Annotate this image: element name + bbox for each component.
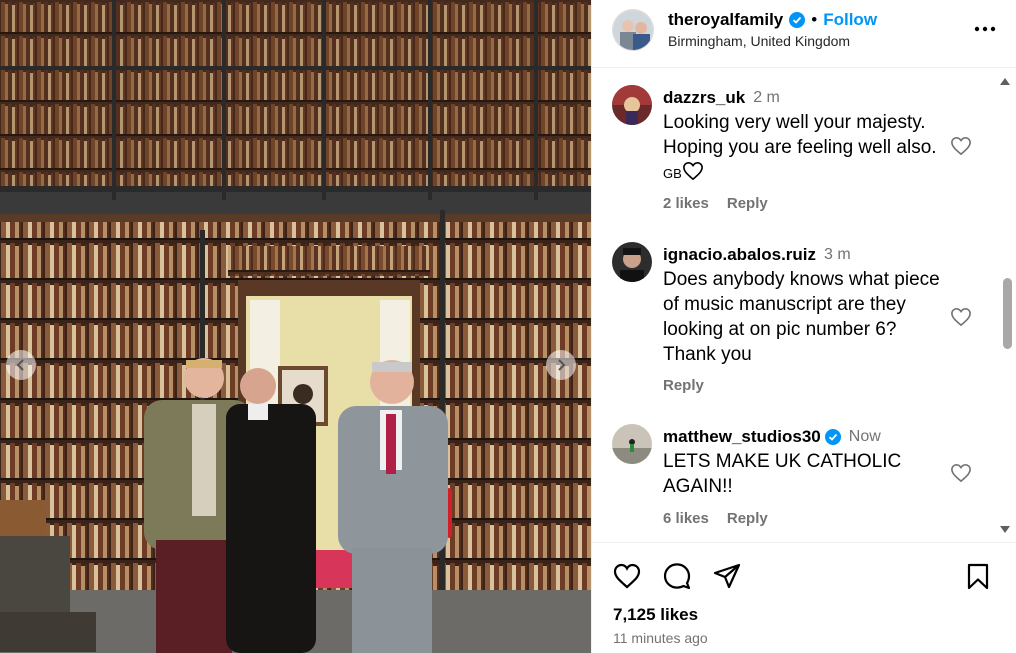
post-photo[interactable]	[0, 0, 591, 653]
comment-author: dazzrs_uk 2 m	[663, 88, 780, 108]
comment-author: ignacio.abalos.ruiz 3 m	[663, 245, 851, 265]
comments-list[interactable]: dazzrs_uk 2 m Looking very well your maj…	[592, 69, 1016, 541]
comment-icon[interactable]	[662, 562, 692, 590]
library-photo	[0, 0, 591, 653]
account-avatar[interactable]	[612, 9, 654, 51]
follow-button[interactable]: Follow	[823, 10, 877, 30]
post-author: theroyalfamily • Follow	[668, 10, 877, 30]
chevron-right-icon	[558, 359, 566, 371]
scrollbar-thumb[interactable]	[1003, 278, 1012, 349]
post-header: theroyalfamily • Follow Birmingham, Unit…	[592, 0, 1016, 68]
comment-username[interactable]: dazzrs_uk	[663, 88, 745, 108]
comment-text: Does anybody knows what piece of music m…	[663, 269, 940, 365]
post-timestamp[interactable]: 11 minutes ago	[613, 630, 708, 646]
comment-time[interactable]: Now	[849, 428, 881, 446]
post-likes-count[interactable]: 7,125 likes	[613, 605, 698, 625]
commenter-avatar[interactable]	[612, 85, 652, 125]
carousel-next-button[interactable]	[546, 350, 576, 380]
flag-emoji: GB	[663, 166, 682, 181]
heart-emoji-icon	[682, 161, 703, 181]
reply-button[interactable]: Reply	[727, 195, 768, 212]
comment-like-icon[interactable]	[950, 307, 972, 327]
comment-time[interactable]: 3 m	[824, 246, 851, 264]
comment-meta: Reply	[663, 377, 704, 394]
post-sidebar: theroyalfamily • Follow Birmingham, Unit…	[591, 0, 1016, 653]
reply-button[interactable]: Reply	[727, 510, 768, 527]
comment-like-icon[interactable]	[950, 136, 972, 156]
commenter-avatar[interactable]	[612, 424, 652, 464]
comment-username[interactable]: matthew_studios30	[663, 427, 821, 447]
bookmark-icon[interactable]	[963, 562, 993, 590]
reply-button[interactable]: Reply	[663, 377, 704, 394]
scroll-down-arrow-icon[interactable]	[1000, 526, 1010, 533]
comment-author: matthew_studios30 Now	[663, 427, 881, 447]
comment-time[interactable]: 2 m	[753, 89, 780, 107]
post-username[interactable]: theroyalfamily	[668, 10, 783, 30]
more-options-icon[interactable]	[973, 19, 997, 39]
post-location[interactable]: Birmingham, United Kingdom	[668, 33, 850, 49]
verified-badge-icon	[789, 12, 806, 28]
comment-meta: 6 likes Reply	[663, 510, 768, 527]
comment-body: Looking very well your majesty. Hoping y…	[663, 112, 937, 158]
comment-like-icon[interactable]	[950, 463, 972, 483]
post-actions: 7,125 likes 11 minutes ago	[592, 542, 1016, 653]
comment-text: Looking very well your majesty. Hoping y…	[663, 110, 948, 186]
comment-likes[interactable]: 6 likes	[663, 510, 709, 527]
comment-likes[interactable]: 2 likes	[663, 195, 709, 212]
heart-icon[interactable]	[612, 562, 642, 590]
comment-text: LETS MAKE UK CATHOLIC AGAIN!!	[663, 451, 902, 497]
comment-username[interactable]: ignacio.abalos.ruiz	[663, 245, 816, 265]
commenter-avatar[interactable]	[612, 242, 652, 282]
separator-dot: •	[811, 10, 818, 29]
scroll-up-arrow-icon[interactable]	[1000, 78, 1010, 85]
chevron-left-icon	[16, 359, 24, 371]
verified-badge-icon	[824, 429, 841, 445]
share-icon[interactable]	[712, 562, 742, 590]
carousel-prev-button[interactable]	[6, 350, 36, 380]
comment-meta: 2 likes Reply	[663, 195, 768, 212]
